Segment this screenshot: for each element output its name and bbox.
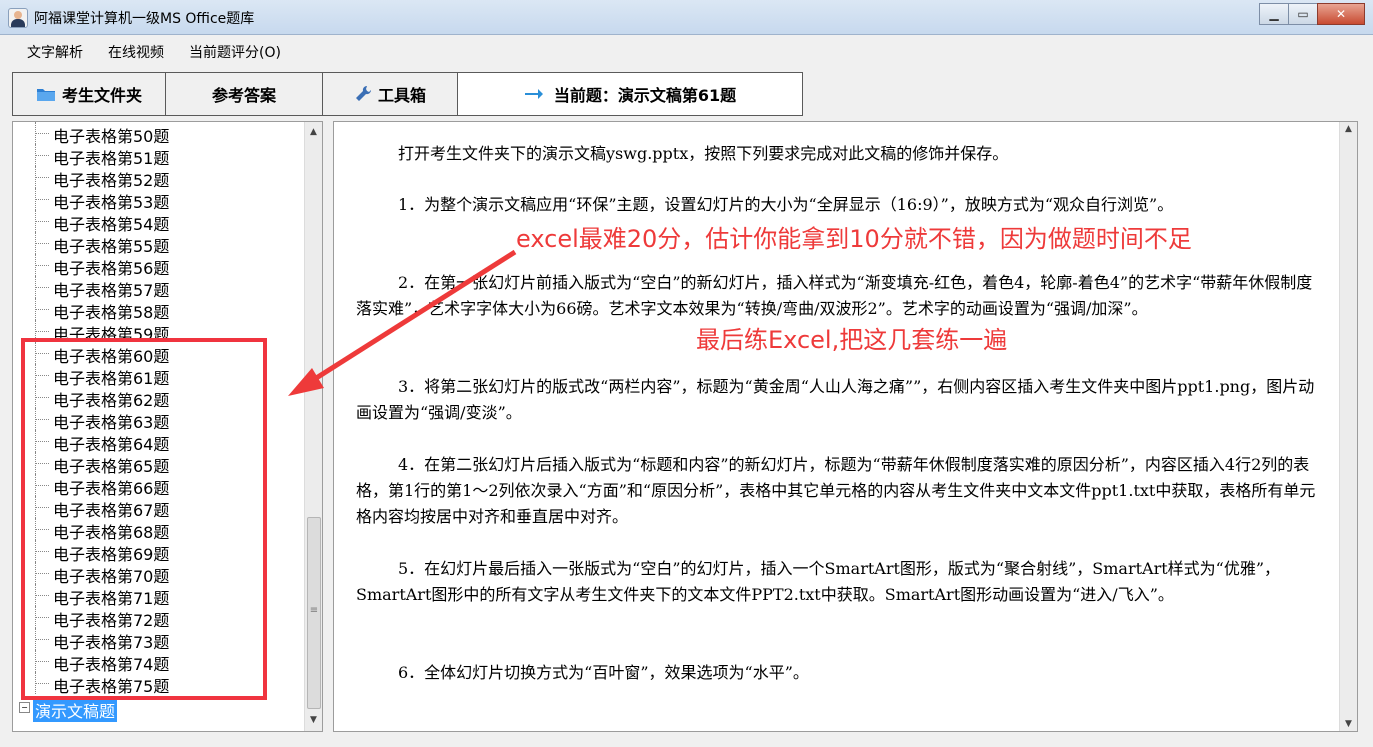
tree-item[interactable]: 电子表格第51题 <box>13 144 303 168</box>
tree-item[interactable]: 电子表格第73题 <box>13 628 303 652</box>
menu-text-analysis[interactable]: 文字解析 <box>27 42 83 62</box>
grip-icon: ≡ <box>309 605 319 616</box>
tree-item[interactable]: 电子表格第75题 <box>13 672 303 696</box>
question-step-5: 5．在幻灯片最后插入一张版式为“空白”的幻灯片，插入一个SmartArt图形，版… <box>356 559 1281 604</box>
tree-item[interactable]: 电子表格第50题 <box>13 122 303 146</box>
question-step-1: 1．为整个演示文稿应用“环保”主题，设置幻灯片的大小为“全屏显示（16:9）”，… <box>398 195 1174 214</box>
tree-item[interactable]: 电子表格第68题 <box>13 518 303 542</box>
tree-item[interactable]: 电子表格第72题 <box>13 606 303 630</box>
question-tree[interactable]: 电子表格第50题 电子表格第51题 电子表格第52题 电子表格第53题 电子表格第54题… <box>12 121 323 732</box>
maximize-icon: ▭ <box>1297 7 1309 21</box>
tree-item-label: 电子表格第75题 <box>53 677 170 696</box>
tree-item[interactable]: 电子表格第69题 <box>13 540 303 564</box>
tree-item[interactable]: 电子表格第61题 <box>13 364 303 388</box>
tree-item[interactable]: 电子表格第66题 <box>13 474 303 498</box>
tab-current-question[interactable]: 当前题：演示文稿第61题 <box>457 72 803 116</box>
tree-item[interactable]: 电子表格第52题 <box>13 166 303 190</box>
tree-item[interactable]: 电子表格第57题 <box>13 276 303 300</box>
folder-icon <box>36 86 56 102</box>
minimize-icon: ▁ <box>1269 7 1279 21</box>
annotation-excel-note: excel最难20分，估计你能拿到10分就不错，因为做题时间不足 <box>516 225 1192 253</box>
menu-score-current[interactable]: 当前题评分(O) <box>189 42 281 62</box>
arrow-right-icon <box>524 86 544 102</box>
tree-item[interactable]: 电子表格第74题 <box>13 650 303 674</box>
tree-item[interactable]: 电子表格第70题 <box>13 562 303 586</box>
scroll-up-icon[interactable]: ▲ <box>305 124 322 141</box>
title-bar: 阿福课堂计算机一级MS Office题库 ▁ ▭ ✕ <box>0 0 1373 35</box>
tree-item[interactable]: 电子表格第59题 <box>13 320 303 344</box>
wrench-icon <box>354 85 372 103</box>
tab-label: 参考答案 <box>211 86 276 105</box>
tree-node-label: 演示文稿题 <box>33 698 118 722</box>
tree-item[interactable]: 电子表格第67题 <box>13 496 303 520</box>
tree-item[interactable]: 电子表格第55题 <box>13 232 303 256</box>
question-content: 打开考生文件夹下的演示文稿yswg.pptx，按照下列要求完成对此文稿的修饰并保… <box>333 121 1358 732</box>
tree-item[interactable]: 电子表格第53题 <box>13 188 303 212</box>
annotation-practice-note: 最后练Excel,把这几套练一遍 <box>696 326 1008 354</box>
tree-item[interactable]: 电子表格第71题 <box>13 584 303 608</box>
scroll-up-icon[interactable]: ▲ <box>1340 124 1357 134</box>
tree-item[interactable]: 电子表格第54题 <box>13 210 303 234</box>
tree-item[interactable]: 电子表格第62题 <box>13 386 303 410</box>
tab-reference-answer[interactable]: 参考答案 <box>165 72 323 116</box>
question-step-4: 4．在第二张幻灯片后插入版式为“标题和内容”的新幻灯片，标题为“带薪年休假制度落… <box>356 455 1316 526</box>
scroll-thumb[interactable]: ≡ <box>307 517 321 709</box>
expand-icon[interactable]: − <box>19 702 30 713</box>
tab-label: 考生文件夹 <box>61 86 142 105</box>
tree-item[interactable]: 电子表格第60题 <box>13 342 303 366</box>
menu-bar: 文字解析 在线视频 当前题评分(O) <box>0 35 1373 65</box>
menu-online-video[interactable]: 在线视频 <box>108 42 164 62</box>
tree-scrollbar[interactable]: ▲ ≡ ▼ <box>304 122 322 731</box>
maximize-button[interactable]: ▭ <box>1288 3 1318 25</box>
scroll-down-icon[interactable]: ▼ <box>305 712 322 729</box>
tree-item[interactable]: 电子表格第56题 <box>13 254 303 278</box>
tree-item[interactable]: 电子表格第58题 <box>13 298 303 322</box>
tab-bar: 考生文件夹 参考答案 工具箱 当前题：演示文稿第61题 <box>12 72 803 118</box>
tab-label: 工具箱 <box>377 86 426 105</box>
question-step-6: 6．全体幻灯片切换方式为“百叶窗”，效果选项为“水平”。 <box>398 663 809 682</box>
tab-toolbox[interactable]: 工具箱 <box>322 72 458 116</box>
question-step-2: 2．在第一张幻灯片前插入版式为“空白”的新幻灯片，插入样式为“渐变填充-红色，着… <box>356 273 1313 318</box>
close-button[interactable]: ✕ <box>1317 3 1365 25</box>
close-icon: ✕ <box>1335 7 1347 21</box>
question-intro: 打开考生文件夹下的演示文稿yswg.pptx，按照下列要求完成对此文稿的修饰并保… <box>398 144 1009 163</box>
tab-label: 当前题：演示文稿第61题 <box>553 86 737 105</box>
scroll-down-icon[interactable]: ▼ <box>1340 719 1357 729</box>
tree-item[interactable]: 电子表格第63题 <box>13 408 303 432</box>
app-logo-icon <box>8 8 28 28</box>
question-step-3: 3．将第二张幻灯片的版式改“两栏内容”，标题为“黄金周“人山人海之痛””，右侧内… <box>356 377 1315 422</box>
window-title: 阿福课堂计算机一级MS Office题库 <box>34 11 255 27</box>
content-scrollbar[interactable]: ▲ ▼ <box>1339 122 1357 731</box>
minimize-button[interactable]: ▁ <box>1259 3 1289 25</box>
tree-item[interactable]: 电子表格第65题 <box>13 452 303 476</box>
tree-item[interactable]: 电子表格第64题 <box>13 430 303 454</box>
tab-student-folder[interactable]: 考生文件夹 <box>12 72 166 116</box>
